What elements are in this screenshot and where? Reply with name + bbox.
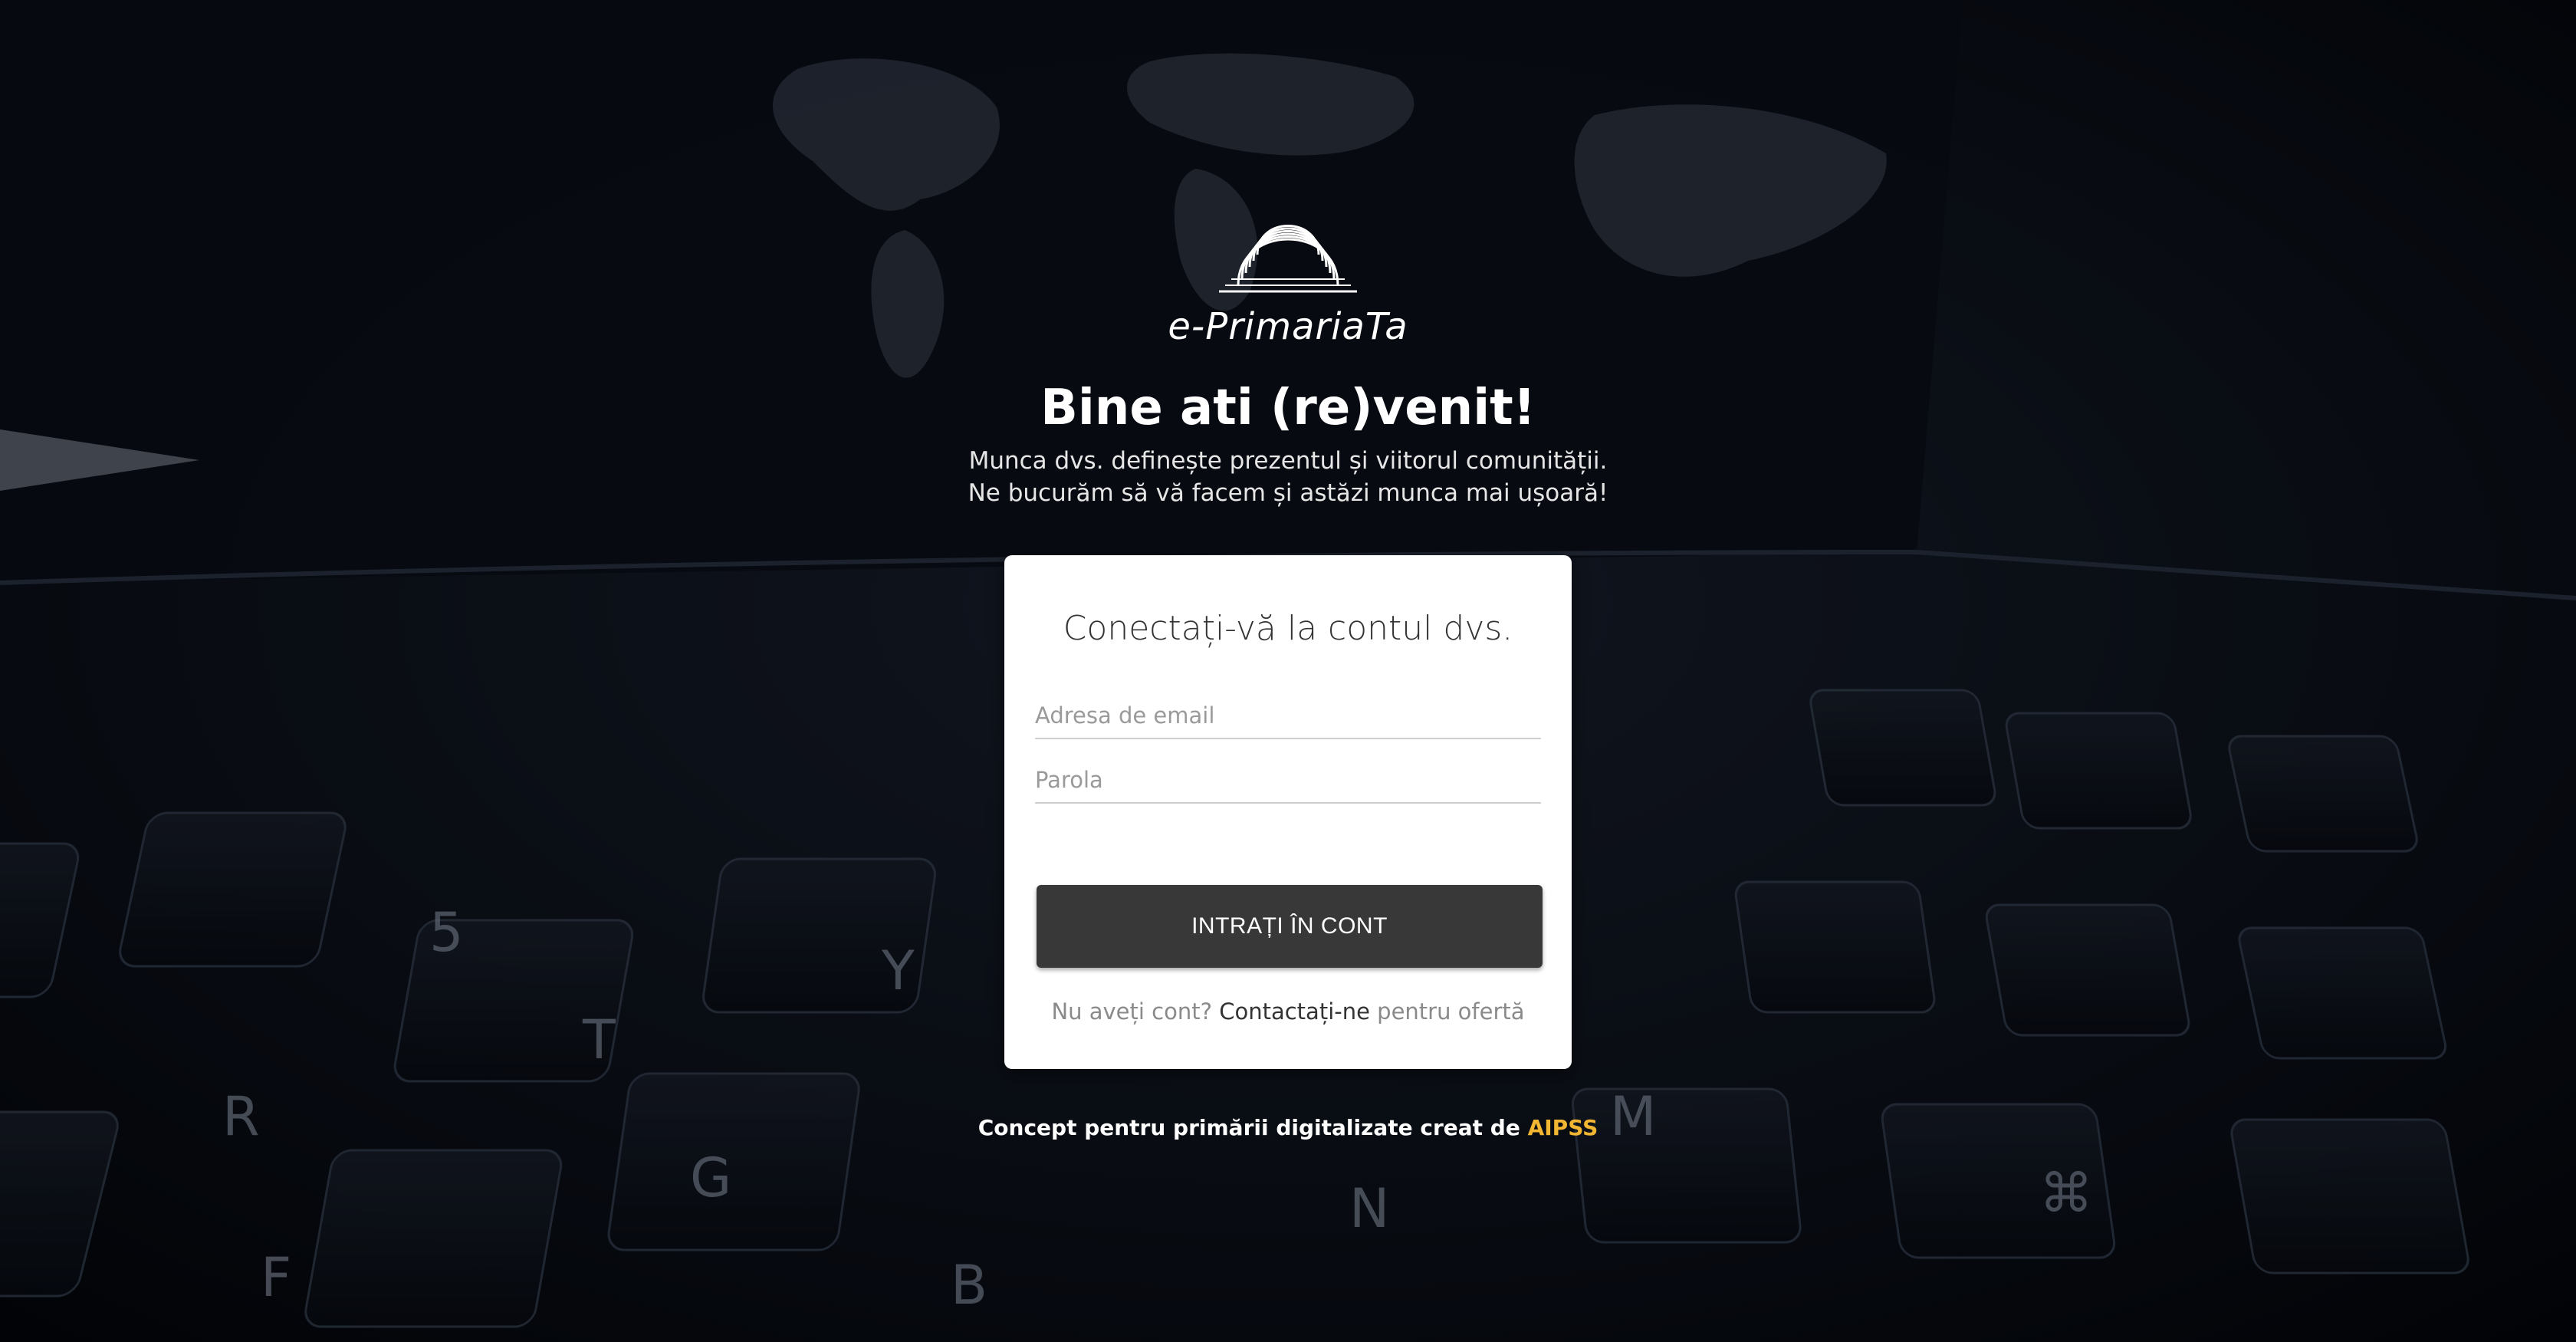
aipss-link[interactable]: AIPSS — [1528, 1115, 1598, 1140]
password-field[interactable] — [1035, 758, 1541, 804]
footer-text: Concept pentru primării digitalizate cre… — [978, 1115, 1520, 1140]
login-button[interactable]: INTRAȚI ÎN CONT — [1037, 885, 1543, 968]
email-field[interactable] — [1035, 693, 1541, 739]
welcome-subtitle: Munca dvs. definește prezentul și viitor… — [828, 445, 1748, 509]
content-column: e-PrimariaTa Bine ati (re)venit! Munca d… — [0, 0, 2576, 1342]
login-card: Conectați-vă la contul dvs. INTRAȚI ÎN C… — [1004, 555, 1572, 1069]
login-page: R T Y G 5 F N M B ⌘ e-PrimariaTa Bine at… — [0, 0, 2576, 1342]
subtitle-line-2: Ne bucurăm să vă facem și astăzi munca m… — [968, 479, 1608, 507]
welcome-title: Bine ati (re)venit! — [1040, 380, 1536, 436]
signup-suffix: pentru ofertă — [1377, 998, 1525, 1025]
footer-credit: Concept pentru primării digitalizate cre… — [828, 1115, 1748, 1140]
brand-name: e-PrimariaTa — [1168, 305, 1408, 348]
signup-prompt: Nu aveți cont? Contactați-ne pentru ofer… — [1004, 998, 1572, 1025]
contact-link[interactable]: Contactați-ne — [1219, 998, 1370, 1025]
subtitle-line-1: Munca dvs. definește prezentul și viitor… — [968, 447, 1608, 475]
login-title: Conectați-vă la contul dvs. — [1063, 609, 1513, 648]
building-logo-icon — [1219, 225, 1357, 293]
signup-prefix: Nu aveți cont? — [1051, 998, 1212, 1025]
